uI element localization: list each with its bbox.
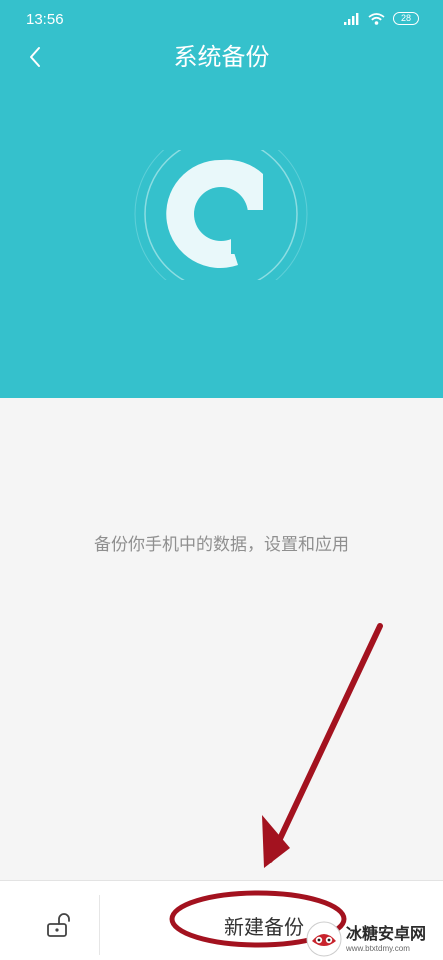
watermark: 冰糖安卓网 www.btxtdmy.com (306, 918, 443, 960)
page-title: 系统备份 (173, 43, 270, 71)
wifi-icon (368, 12, 385, 25)
backup-logo-icon (134, 150, 308, 280)
status-bar: 13:56 28 (0, 0, 443, 40)
lock-button[interactable] (16, 895, 100, 955)
watermark-url: www.btxtdmy.com (346, 944, 410, 953)
status-icons: 28 (344, 12, 419, 25)
status-time: 13:56 (26, 11, 64, 28)
description-text: 备份你手机中的数据，设置和应用 (94, 535, 349, 555)
watermark-name: 冰糖安卓网 (346, 924, 427, 943)
unlock-icon (46, 913, 70, 937)
signal-icon (344, 12, 359, 25)
battery-icon: 28 (393, 12, 419, 25)
header-banner: 13:56 28 系统备份 (0, 0, 443, 398)
watermark-logo-icon (306, 921, 342, 957)
